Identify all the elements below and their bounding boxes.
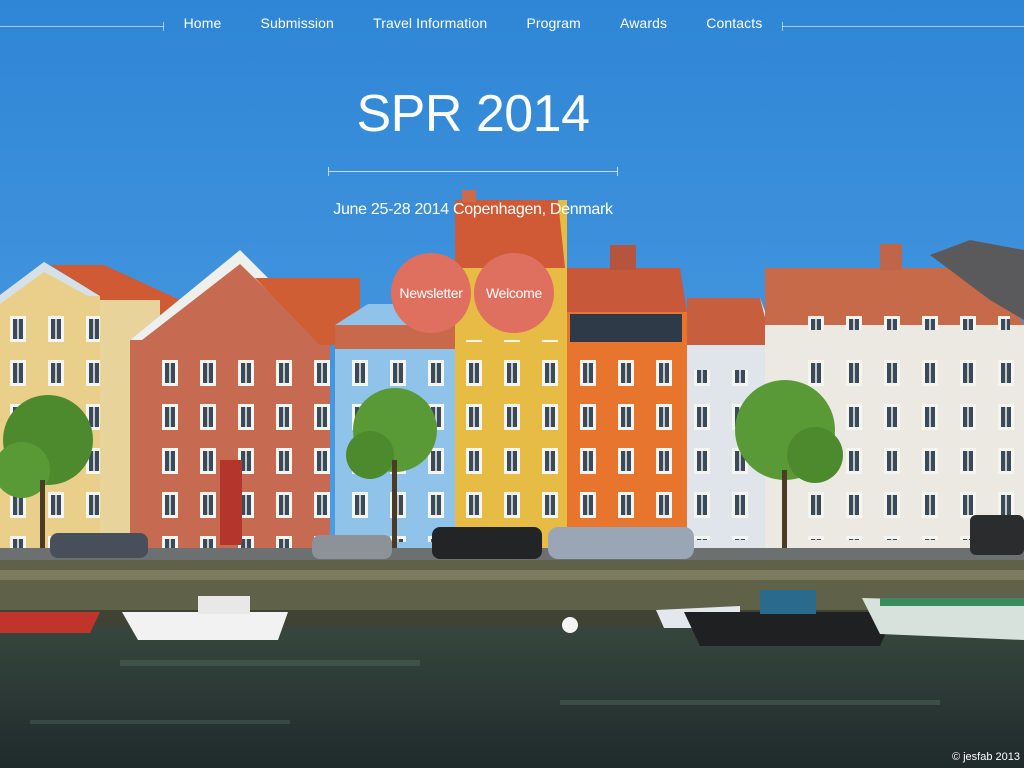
- newsletter-button-label: Newsletter: [399, 285, 463, 301]
- nav-menu: Home Submission Travel Information Progr…: [164, 15, 782, 37]
- welcome-button-label: Welcome: [486, 285, 542, 301]
- title-divider: [328, 167, 618, 176]
- nav-item-program[interactable]: Program: [526, 15, 580, 37]
- nav-divider-left: [0, 22, 164, 31]
- nav-item-contacts[interactable]: Contacts: [706, 15, 762, 37]
- welcome-button[interactable]: Welcome: [474, 253, 554, 333]
- nav-item-travel-information[interactable]: Travel Information: [373, 15, 487, 37]
- top-nav: Home Submission Travel Information Progr…: [0, 0, 1024, 50]
- nav-divider-right: [782, 22, 1024, 31]
- nav-item-submission[interactable]: Submission: [261, 15, 334, 37]
- nav-item-awards[interactable]: Awards: [620, 15, 667, 37]
- event-dates-location: June 25-28 2014 Copenhagen, Denmark: [333, 201, 613, 218]
- newsletter-button[interactable]: Newsletter: [391, 253, 471, 333]
- page-title: SPR 2014: [356, 85, 590, 143]
- photo-credit: © jesfab 2013: [951, 751, 1020, 763]
- nav-item-home[interactable]: Home: [184, 15, 222, 37]
